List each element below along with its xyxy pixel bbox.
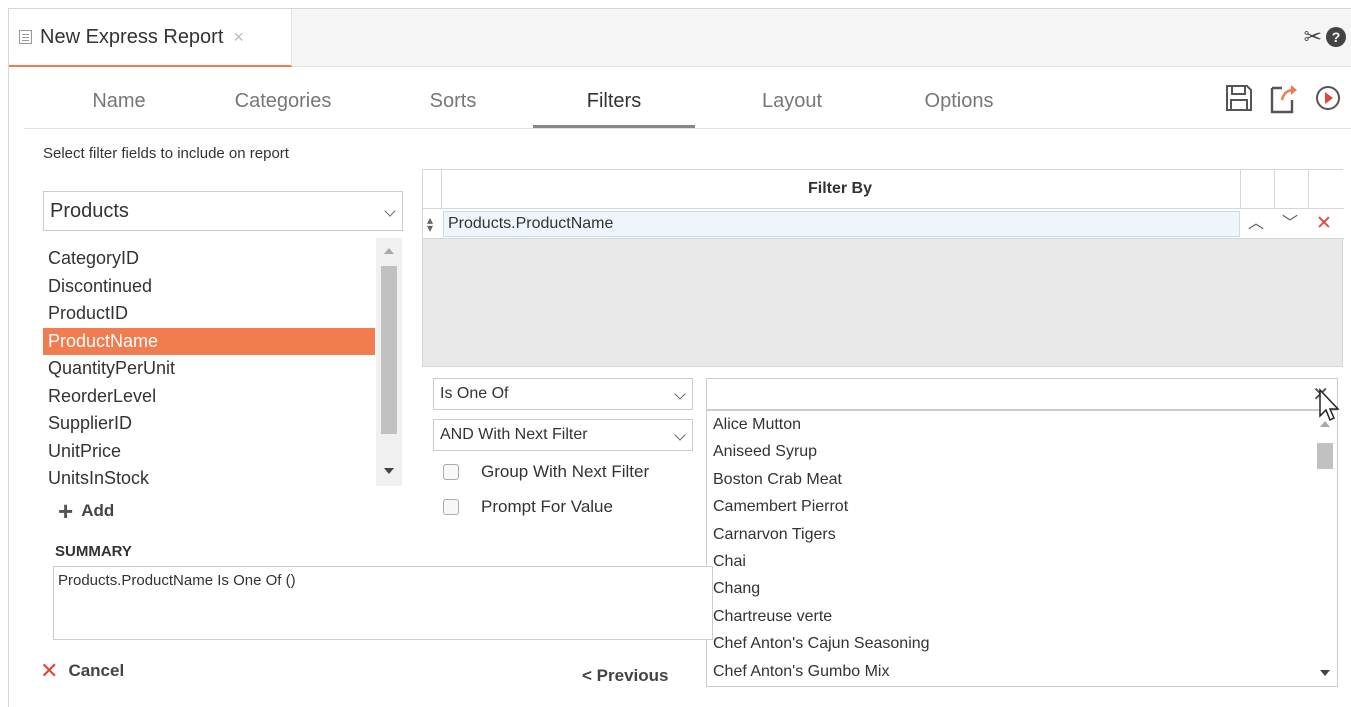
operator-value: Is One Of bbox=[440, 385, 509, 402]
summary-box: Products.ProductName Is One Of () bbox=[53, 566, 713, 640]
tab-options[interactable]: Options bbox=[919, 90, 999, 128]
plus-icon: + bbox=[58, 496, 74, 526]
dropdown-option[interactable]: Camembert Pierrot bbox=[707, 493, 1337, 520]
dropdown-option[interactable]: Chef Anton's Cajun Seasoning bbox=[707, 630, 1337, 657]
tools-icon[interactable]: ✂ bbox=[1304, 26, 1322, 48]
field-item[interactable]: UnitsInStock bbox=[43, 465, 375, 493]
tab-categories[interactable]: Categories bbox=[224, 90, 342, 128]
help-icon[interactable]: ? bbox=[1326, 27, 1346, 47]
field-item-selected[interactable]: ProductName bbox=[43, 327, 375, 355]
dropdown-scrollbar[interactable] bbox=[1311, 411, 1337, 686]
previous-label: Previous bbox=[596, 666, 669, 685]
value-dropdown[interactable]: Alice Mutton Aniseed Syrup Boston Crab M… bbox=[706, 410, 1338, 687]
field-item[interactable]: SupplierID bbox=[43, 410, 375, 438]
document-title: New Express Report bbox=[40, 25, 224, 48]
delete-filter-icon[interactable]: ✕ bbox=[1310, 213, 1338, 235]
filter-row-field[interactable]: Products.ProductName bbox=[443, 211, 1240, 237]
cancel-label: Cancel bbox=[68, 661, 125, 680]
scroll-thumb[interactable] bbox=[1317, 443, 1333, 469]
dropdown-option[interactable]: Aniseed Syrup bbox=[707, 438, 1337, 465]
cancel-button[interactable]: ✕ Cancel bbox=[40, 658, 125, 683]
summary-label: SUMMARY bbox=[55, 543, 132, 560]
prompt-for-value-label: Prompt For Value bbox=[481, 497, 613, 516]
drag-handle-icon[interactable]: ▴ ▾ bbox=[427, 214, 433, 234]
cancel-icon: ✕ bbox=[40, 658, 59, 683]
chevron-down-icon bbox=[674, 388, 686, 400]
chevron-down-icon bbox=[384, 205, 396, 217]
dropdown-option[interactable]: Alice Mutton bbox=[707, 411, 1337, 438]
dropdown-option[interactable]: Boston Crab Meat bbox=[707, 466, 1337, 493]
table-select[interactable]: Products bbox=[43, 191, 403, 231]
field-item[interactable]: ProductID bbox=[43, 300, 375, 328]
value-input[interactable]: ✕ bbox=[706, 378, 1338, 410]
scroll-up-icon[interactable] bbox=[384, 248, 394, 254]
filter-row[interactable]: ▴ ▾ Products.ProductName ︿ ﹀ ✕ bbox=[423, 209, 1344, 239]
previous-button[interactable]: < Previous bbox=[582, 666, 668, 686]
field-item[interactable]: CategoryID bbox=[43, 245, 375, 273]
table-select-value: Products bbox=[50, 199, 129, 222]
document-icon bbox=[19, 30, 32, 44]
move-down-icon[interactable]: ﹀ bbox=[1276, 213, 1304, 235]
field-item[interactable]: UnitPrice bbox=[43, 438, 375, 466]
action-icons bbox=[1224, 82, 1342, 114]
tab-layout[interactable]: Layout bbox=[756, 90, 828, 128]
field-item[interactable]: Discontinued bbox=[43, 273, 375, 301]
scroll-down-icon[interactable] bbox=[384, 468, 394, 474]
dropdown-option[interactable]: Chai bbox=[707, 548, 1337, 575]
dropdown-option[interactable]: Chang bbox=[707, 575, 1337, 602]
conjunction-value: AND With Next Filter bbox=[440, 426, 588, 443]
tab-name[interactable]: Name bbox=[86, 90, 152, 128]
scroll-down-icon[interactable] bbox=[1320, 670, 1330, 676]
add-field-label: Add bbox=[81, 501, 115, 520]
field-list[interactable]: CategoryID Discontinued ProductID Produc… bbox=[43, 245, 375, 493]
move-up-icon[interactable]: ︿ bbox=[1242, 213, 1270, 235]
title-tools: ✂ ? bbox=[1304, 26, 1346, 48]
scroll-thumb[interactable] bbox=[381, 266, 397, 434]
add-field-button[interactable]: + Add bbox=[58, 496, 115, 526]
group-with-next-label: Group With Next Filter bbox=[481, 462, 650, 481]
field-item[interactable]: QuantityPerUnit bbox=[43, 355, 375, 383]
export-icon[interactable] bbox=[1268, 82, 1300, 114]
field-item[interactable]: ReorderLevel bbox=[43, 383, 375, 411]
chevron-left-icon: < bbox=[582, 666, 592, 685]
run-icon[interactable] bbox=[1314, 84, 1342, 112]
save-icon[interactable] bbox=[1224, 83, 1254, 113]
mouse-pointer-icon bbox=[1319, 388, 1340, 422]
filter-hint: Select filter fields to include on repor… bbox=[43, 145, 289, 162]
tab-sorts[interactable]: Sorts bbox=[424, 90, 482, 128]
tab-filters[interactable]: Filters bbox=[533, 90, 695, 128]
close-tab-icon[interactable]: × bbox=[233, 27, 244, 48]
chevron-down-icon bbox=[674, 429, 686, 441]
filter-grid-header: Filter By bbox=[423, 170, 1344, 209]
group-with-next-option[interactable]: Group With Next Filter bbox=[443, 462, 649, 482]
filter-grid: Filter By ▴ ▾ Products.ProductName ︿ ﹀ ✕ bbox=[422, 169, 1344, 367]
document-tab[interactable]: New Express Report × bbox=[9, 9, 292, 67]
conjunction-select[interactable]: AND With Next Filter bbox=[433, 419, 693, 451]
tab-bar: Name Categories Sorts Filters Layout Opt… bbox=[24, 68, 1351, 129]
field-list-scrollbar[interactable] bbox=[376, 238, 402, 486]
dropdown-option[interactable]: Chartreuse verte bbox=[707, 603, 1337, 630]
filter-by-header: Filter By bbox=[807, 180, 872, 197]
dropdown-option[interactable]: Chef Anton's Gumbo Mix bbox=[707, 658, 1337, 685]
title-bar: New Express Report × ✂ ? bbox=[9, 9, 1351, 67]
group-with-next-checkbox[interactable] bbox=[443, 464, 459, 480]
prompt-for-value-checkbox[interactable] bbox=[443, 499, 459, 515]
operator-select[interactable]: Is One Of bbox=[433, 378, 693, 410]
dropdown-option[interactable]: Carnarvon Tigers bbox=[707, 521, 1337, 548]
prompt-for-value-option[interactable]: Prompt For Value bbox=[443, 497, 613, 517]
